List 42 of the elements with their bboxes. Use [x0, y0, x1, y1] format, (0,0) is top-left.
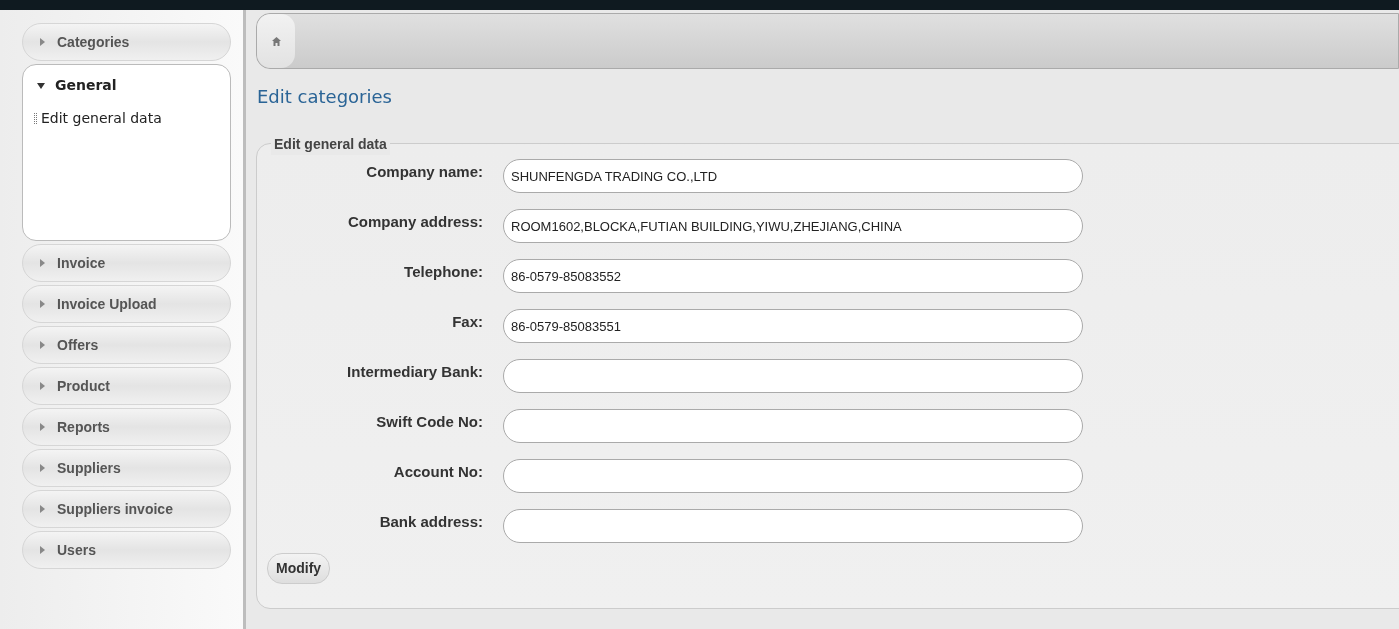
grip-icon [34, 113, 37, 124]
sidebar-header[interactable]: General [37, 75, 117, 96]
caret-right-icon [40, 505, 45, 513]
text-field[interactable]: SHUNFENGDA TRADING CO.,LTD [503, 159, 1083, 193]
modify-button[interactable]: Modify [267, 553, 331, 584]
text-field[interactable] [503, 459, 1083, 493]
sidebar-item[interactable]: Product [22, 367, 231, 405]
text-field[interactable] [503, 359, 1083, 393]
caret-down-icon [37, 82, 45, 89]
home-icon [271, 36, 281, 46]
caret-right-icon [40, 259, 45, 267]
text-field[interactable]: ROOM1602,BLOCKA,FUTIAN BUILDING,YIWU,ZHEJIANG,CHINA [503, 209, 1083, 243]
field-label: Fax: [451, 312, 483, 332]
sidebar-item[interactable]: Suppliers [22, 449, 231, 487]
field-label: Company name: [365, 162, 483, 182]
page-title: Edit categories [257, 85, 392, 109]
caret-right-icon [40, 546, 45, 554]
caret-right-icon [40, 300, 45, 308]
field-label: Account No: [392, 462, 483, 482]
field-label: Intermediary Bank: [346, 362, 483, 382]
field-label: Company address: [346, 212, 483, 232]
sidebar-link[interactable]: Edit general data [41, 108, 162, 129]
sidebar-item[interactable]: Invoice [22, 244, 231, 282]
sidebar-item[interactable]: Users [22, 531, 231, 569]
field-label: Telephone: [403, 262, 483, 282]
home-button[interactable] [257, 14, 295, 68]
field-label: Swift Code No: [375, 412, 483, 432]
sidebar-item[interactable]: Invoice Upload [22, 285, 231, 323]
caret-right-icon [40, 423, 45, 431]
caret-right-icon [40, 38, 45, 46]
text-field[interactable] [503, 409, 1083, 443]
text-field[interactable]: 86-0579-85083551 [503, 309, 1083, 343]
sidebar-item[interactable]: Categories [22, 23, 231, 61]
field-label: Bank address: [378, 512, 483, 532]
caret-right-icon [40, 341, 45, 349]
caret-right-icon [40, 382, 45, 390]
text-field[interactable] [503, 509, 1083, 543]
sidebar-item[interactable]: Reports [22, 408, 231, 446]
text-field[interactable]: 86-0579-85083552 [503, 259, 1083, 293]
sidebar-item[interactable]: Suppliers invoice [22, 490, 231, 528]
sidebar-item[interactable]: Offers [22, 326, 231, 364]
caret-right-icon [40, 464, 45, 472]
